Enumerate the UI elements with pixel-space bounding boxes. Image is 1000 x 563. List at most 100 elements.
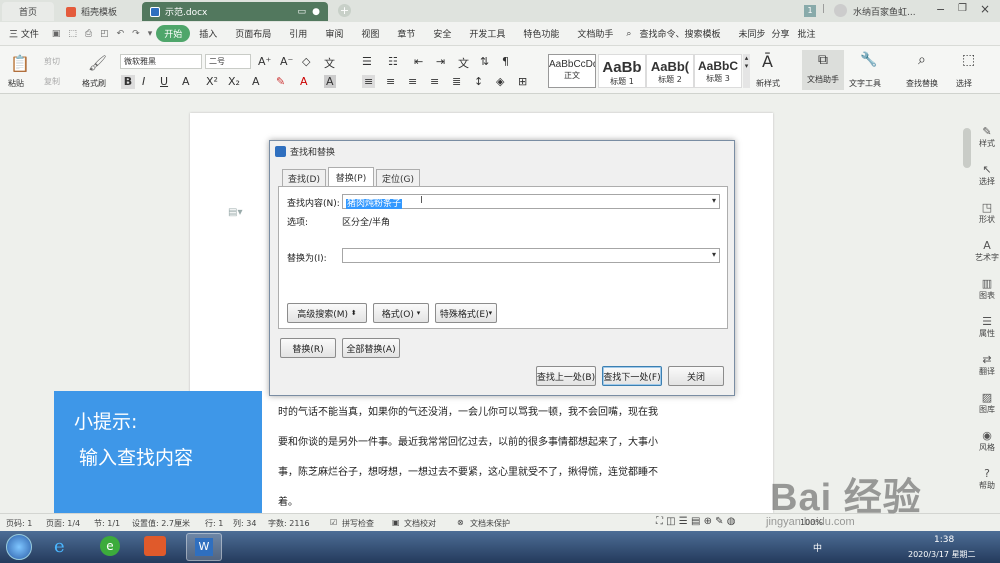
- browser-icon[interactable]: e: [100, 536, 120, 556]
- subscript-icon[interactable]: X₂: [228, 75, 240, 88]
- new-tab-icon[interactable]: +: [338, 4, 351, 17]
- find-next-button[interactable]: 查找下一处(F): [602, 366, 662, 386]
- print-icon[interactable]: ⎙: [81, 29, 96, 39]
- find-previous-button[interactable]: 查找上一处(B): [536, 366, 596, 386]
- distribute-icon[interactable]: ≣: [452, 75, 461, 88]
- style-heading-3[interactable]: AaBbC 标题 3: [694, 54, 742, 88]
- italic-icon[interactable]: I: [142, 75, 145, 88]
- menu-features[interactable]: 特色功能: [514, 27, 568, 40]
- export-icon[interactable]: ⬚: [64, 29, 81, 39]
- find-dropdown-icon[interactable]: ▾: [712, 196, 716, 205]
- format-painter-icon[interactable]: 🖌: [88, 54, 107, 72]
- align-right-icon[interactable]: ≡: [408, 75, 417, 88]
- menu-chapter[interactable]: 章节: [388, 27, 424, 40]
- indent-increase-icon[interactable]: ⇥: [436, 55, 445, 68]
- align-left-icon[interactable]: ≡: [362, 75, 376, 88]
- view-icons[interactable]: ⛶ ◫ ☰ ▤ ⊕ ✎ ◍: [656, 516, 735, 527]
- doc-assistant-button[interactable]: ⧉ 文档助手: [802, 50, 844, 90]
- line-spacing-icon[interactable]: ↕: [474, 75, 483, 88]
- text-tools-icon[interactable]: 🔧: [860, 52, 877, 68]
- show-marks-icon[interactable]: ¶: [502, 55, 509, 68]
- highlight-icon[interactable]: ✎: [276, 75, 285, 88]
- vertical-scrollbar[interactable]: [962, 120, 972, 510]
- shading-icon[interactable]: ◈: [496, 75, 504, 88]
- paste-button[interactable]: 粘贴: [8, 78, 24, 89]
- bullets-icon[interactable]: ☰: [362, 55, 372, 68]
- menu-security[interactable]: 安全: [424, 27, 460, 40]
- rail-translate[interactable]: ⇄ 翻译: [974, 353, 1000, 377]
- ime-indicator[interactable]: 中: [813, 541, 822, 554]
- pinyin-icon[interactable]: 文: [324, 55, 335, 71]
- media-icon[interactable]: [144, 536, 166, 556]
- tab-goto[interactable]: 定位(G): [376, 169, 420, 186]
- undo-icon[interactable]: ↶: [113, 29, 129, 39]
- copy-button[interactable]: 复制: [44, 76, 60, 87]
- close-button[interactable]: 关闭: [668, 366, 724, 386]
- menu-file[interactable]: 三 文件: [0, 27, 48, 40]
- font-grow-icon[interactable]: A⁺: [258, 55, 271, 68]
- scrollbar-thumb[interactable]: [963, 128, 971, 168]
- text-tools-button[interactable]: 文字工具: [849, 78, 881, 89]
- special-format-button[interactable]: 特殊格式(E) ▾: [435, 303, 497, 323]
- avatar[interactable]: [834, 4, 847, 17]
- sort-icon[interactable]: ⇅: [480, 55, 489, 68]
- replace-all-button[interactable]: 全部替换(A): [342, 338, 400, 358]
- rail-gallery[interactable]: ▨ 图库: [974, 391, 1000, 415]
- format-painter-button[interactable]: 格式刷: [82, 78, 106, 89]
- rail-properties[interactable]: ☰ 属性: [974, 315, 1000, 339]
- style-heading-2[interactable]: AaBb( 标题 2: [646, 54, 694, 88]
- style-normal[interactable]: AaBbCcDd 正文: [548, 54, 596, 88]
- bold-icon[interactable]: B: [121, 75, 135, 89]
- preview-icon[interactable]: ◰: [96, 29, 113, 39]
- menu-start[interactable]: 开始: [156, 25, 191, 42]
- rail-wordart[interactable]: A 艺术字: [974, 239, 1000, 263]
- advanced-search-button[interactable]: 高级搜索(M) ⬍: [287, 303, 367, 323]
- comment-button[interactable]: 批注: [794, 27, 820, 40]
- clock-date[interactable]: 2020/3/17 星期二: [908, 549, 976, 560]
- redo-icon[interactable]: ↷: [128, 29, 144, 39]
- format-button[interactable]: 格式(O) ▾: [373, 303, 429, 323]
- paste-icon[interactable]: 📋: [10, 54, 30, 73]
- rail-styles[interactable]: ✎ 样式: [974, 125, 1000, 149]
- share-button[interactable]: 分享: [768, 27, 794, 40]
- menu-review[interactable]: 审阅: [316, 27, 352, 40]
- font-color-icon[interactable]: A: [300, 75, 308, 88]
- strikethrough-icon[interactable]: A: [182, 75, 190, 88]
- replace-dropdown-icon[interactable]: ▾: [712, 250, 716, 259]
- proof-button[interactable]: 文档校对: [404, 518, 436, 529]
- clear-format-icon[interactable]: ◇: [302, 55, 310, 68]
- style-heading-1[interactable]: AaBb 标题 1: [598, 54, 646, 88]
- sync-status[interactable]: 未同步: [724, 27, 767, 40]
- maximize-icon[interactable]: ❐: [958, 3, 967, 14]
- ie-icon[interactable]: e: [54, 536, 65, 557]
- close-icon[interactable]: ×: [980, 2, 990, 16]
- paragraph-menu-icon[interactable]: ▤▾: [228, 207, 242, 218]
- dropdown-icon[interactable]: ▾: [144, 29, 157, 39]
- cut-button[interactable]: 剪切: [44, 56, 60, 67]
- font-name-select[interactable]: 微软雅黑: [120, 54, 202, 69]
- underline-icon[interactable]: U: [160, 75, 168, 88]
- dialog-title-bar[interactable]: 查找和替换: [270, 141, 734, 161]
- replace-button[interactable]: 替换(R): [280, 338, 336, 358]
- new-style-button[interactable]: 新样式: [756, 78, 780, 89]
- wps-taskbar-button[interactable]: W: [186, 533, 222, 561]
- font-shrink-icon[interactable]: A⁻: [280, 55, 293, 68]
- rail-theme[interactable]: ◉ 风格: [974, 429, 1000, 453]
- menu-layout[interactable]: 页面布局: [226, 27, 280, 40]
- menu-reference[interactable]: 引用: [280, 27, 316, 40]
- notify-badge[interactable]: 1: [804, 5, 816, 17]
- menu-doc-assistant[interactable]: 文档助手: [568, 27, 622, 40]
- chinese-layout-icon[interactable]: 文: [458, 55, 469, 71]
- new-style-icon[interactable]: Ā: [762, 52, 773, 71]
- start-button[interactable]: [6, 534, 32, 560]
- menu-view[interactable]: 视图: [352, 27, 388, 40]
- command-search[interactable]: 查找命令、搜索模板: [635, 27, 724, 40]
- replace-input[interactable]: ▾: [342, 248, 720, 263]
- numbering-icon[interactable]: ☷: [388, 55, 398, 68]
- style-scroll-icon[interactable]: ▴ ▾: [743, 54, 750, 88]
- minimize-icon[interactable]: −: [936, 3, 945, 16]
- tab-document[interactable]: 示范.docx ▭ ●: [142, 2, 328, 21]
- status-words[interactable]: 字数: 2116: [268, 518, 310, 529]
- monitor-icon[interactable]: ▭: [297, 7, 306, 17]
- rail-select[interactable]: ↖ 选择: [974, 163, 1000, 187]
